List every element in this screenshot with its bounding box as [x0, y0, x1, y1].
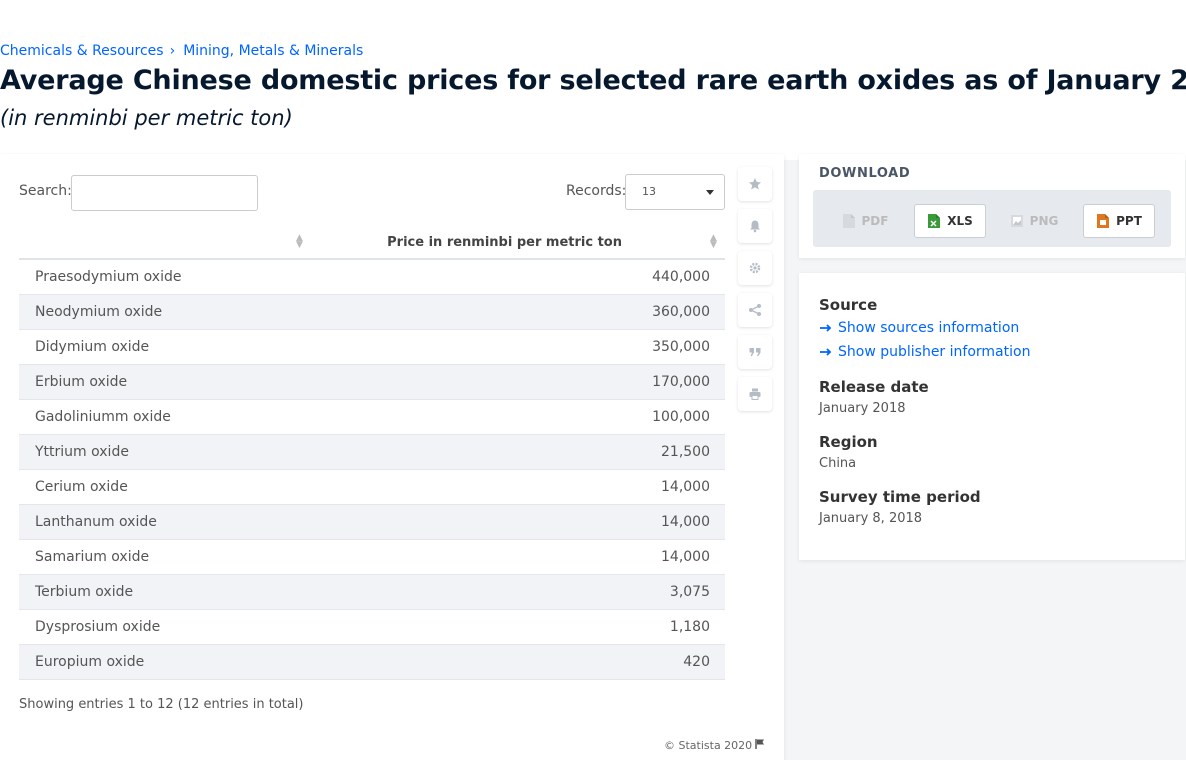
statista-copyright[interactable]: © Statista 2020	[664, 739, 752, 752]
pdf-file-icon	[842, 214, 855, 228]
row-name: Lanthanum oxide	[35, 514, 157, 530]
row-value: 100,000	[652, 409, 710, 425]
cite-button[interactable]	[738, 335, 772, 369]
row-value: 350,000	[652, 339, 710, 355]
table-row: Dysprosium oxide 1,180	[19, 610, 725, 645]
row-value: 3,075	[669, 584, 710, 600]
records-select[interactable]: 13	[625, 174, 725, 210]
notification-button[interactable]	[738, 209, 772, 243]
print-button[interactable]	[738, 377, 772, 411]
table-row: Praesodymium oxide 440,000	[19, 260, 725, 295]
share-icon	[749, 304, 761, 316]
table-row: Didymium oxide 350,000	[19, 330, 725, 365]
row-value: 420	[683, 654, 710, 670]
download-pdf-button[interactable]: PDF	[829, 204, 901, 238]
ppt-file-icon	[1097, 214, 1110, 228]
table-row: Cerium oxide 14,000	[19, 470, 725, 505]
arrow-right-icon	[820, 348, 832, 356]
download-heading: DOWNLOAD	[819, 166, 911, 181]
row-name: Dysprosium oxide	[35, 619, 161, 635]
chevron-down-icon	[706, 190, 714, 195]
gear-icon	[749, 262, 761, 274]
settings-button[interactable]	[738, 251, 772, 285]
table-row: Gadoliniumm oxide 100,000	[19, 400, 725, 435]
release-date-value: January 2018	[819, 401, 906, 416]
xls-file-icon	[928, 214, 941, 228]
show-publisher-link[interactable]: Show publisher information	[819, 344, 1030, 360]
page-subtitle: (in renminbi per metric ton)	[0, 106, 293, 130]
pdf-label: PDF	[861, 214, 889, 228]
row-name: Cerium oxide	[35, 479, 128, 495]
row-value: 14,000	[661, 549, 710, 565]
row-value: 170,000	[652, 374, 710, 390]
table-info: Showing entries 1 to 12 (12 entries in t…	[19, 697, 304, 712]
bell-icon	[750, 220, 760, 233]
region-heading: Region	[819, 433, 878, 451]
table-row: Terbium oxide 3,075	[19, 575, 725, 610]
download-xls-button[interactable]: XLS	[914, 204, 986, 238]
survey-period-heading: Survey time period	[819, 488, 981, 506]
row-name: Samarium oxide	[35, 549, 150, 565]
favorite-button[interactable]	[738, 167, 772, 201]
row-name: Yttrium oxide	[35, 444, 129, 460]
download-png-button[interactable]: PNG	[998, 204, 1070, 238]
records-select-value: 13	[642, 185, 656, 198]
show-sources-link[interactable]: Show sources information	[819, 320, 1019, 336]
show-sources-label: Show sources information	[838, 320, 1020, 336]
row-name: Didymium oxide	[35, 339, 150, 355]
row-name: Neodymium oxide	[35, 304, 163, 320]
survey-period-value: January 8, 2018	[819, 511, 923, 526]
row-name: Praesodymium oxide	[35, 269, 182, 285]
download-ppt-button[interactable]: PPT	[1083, 204, 1155, 238]
table-row: Neodymium oxide 360,000	[19, 295, 725, 330]
row-name: Gadoliniumm oxide	[35, 409, 171, 425]
row-value: 440,000	[652, 269, 710, 285]
share-button[interactable]	[738, 293, 772, 327]
row-name: Europium oxide	[35, 654, 145, 670]
print-icon	[749, 388, 761, 400]
row-name: Terbium oxide	[35, 584, 134, 600]
row-value: 360,000	[652, 304, 710, 320]
row-value: 14,000	[661, 514, 710, 530]
records-label: Records:	[566, 183, 627, 199]
sort-column-price-icon[interactable]: ▲ ▼	[710, 234, 717, 250]
search-input[interactable]	[71, 175, 258, 211]
table-row: Europium oxide 420	[19, 645, 725, 680]
table-row: Samarium oxide 14,000	[19, 540, 725, 575]
breadcrumb-link-chemicals[interactable]: Chemicals & Resources	[0, 43, 164, 59]
show-publisher-label: Show publisher information	[838, 344, 1031, 360]
breadcrumb: Chemicals & Resources › Mining, Metals &…	[0, 43, 363, 59]
quote-icon	[749, 348, 761, 356]
flag-icon[interactable]	[754, 738, 766, 750]
row-value: 14,000	[661, 479, 710, 495]
search-label: Search:	[19, 183, 72, 199]
row-value: 1,180	[669, 619, 710, 635]
sort-column-name-icon[interactable]: ▲ ▼	[296, 234, 303, 250]
png-label: PNG	[1029, 214, 1059, 228]
table-header: ▲ ▼ Price in renminbi per metric ton ▲ ▼	[19, 225, 725, 260]
column-header-price[interactable]: Price in renminbi per metric ton	[387, 235, 622, 250]
xls-label: XLS	[947, 214, 973, 228]
arrow-right-icon	[820, 324, 832, 332]
row-value: 21,500	[661, 444, 710, 460]
release-date-heading: Release date	[819, 378, 929, 396]
ppt-label: PPT	[1116, 214, 1142, 228]
png-file-icon	[1010, 215, 1023, 227]
page-title: Average Chinese domestic prices for sele…	[0, 65, 1186, 96]
breadcrumb-separator: ›	[169, 43, 176, 59]
table-row: Yttrium oxide 21,500	[19, 435, 725, 470]
source-heading: Source	[819, 296, 878, 314]
star-icon	[749, 178, 761, 190]
region-value: China	[819, 456, 857, 471]
table-row: Erbium oxide 170,000	[19, 365, 725, 400]
row-name: Erbium oxide	[35, 374, 128, 390]
breadcrumb-link-mining[interactable]: Mining, Metals & Minerals	[183, 43, 363, 59]
table-row: Lanthanum oxide 14,000	[19, 505, 725, 540]
